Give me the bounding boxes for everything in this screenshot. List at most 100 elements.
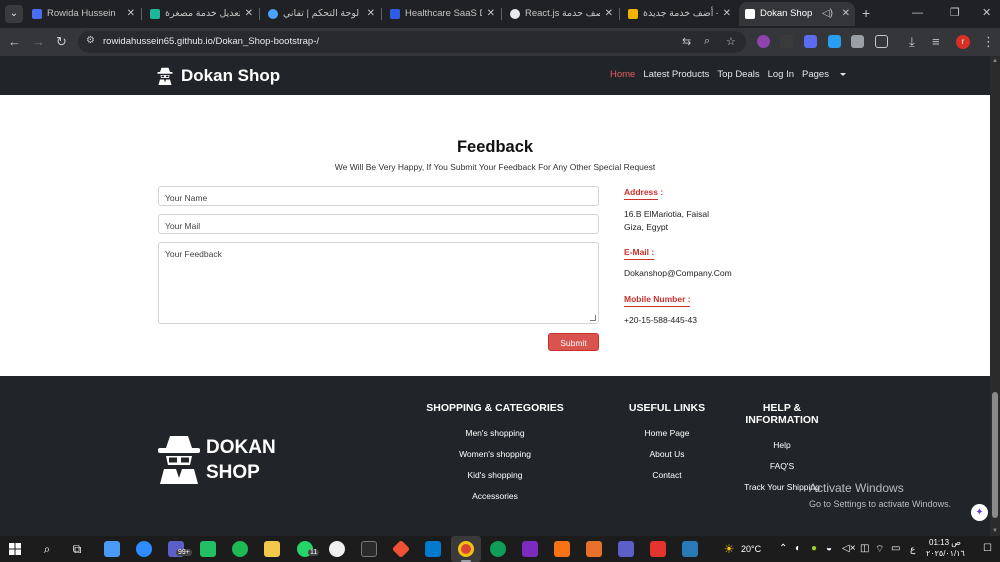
- file-explorer-icon[interactable]: [264, 541, 280, 557]
- network-icon[interactable]: ◫: [860, 543, 869, 554]
- bookmark-star-icon[interactable]: ☆: [726, 35, 736, 48]
- dev-tool-icon[interactable]: [522, 541, 538, 557]
- terminal-icon[interactable]: [361, 541, 377, 557]
- brand-name: Dokan Shop: [181, 66, 281, 85]
- volume-icon[interactable]: ◁×: [842, 543, 856, 554]
- footer-link-womens[interactable]: Women's shopping: [420, 449, 570, 459]
- nav-home[interactable]: Home: [610, 69, 635, 80]
- chrome-icon[interactable]: [458, 541, 474, 557]
- close-icon[interactable]: ✕: [487, 2, 495, 26]
- battery-icon[interactable]: ▭: [891, 543, 900, 554]
- tab-title: أضف خدمة جديدة -: [643, 8, 718, 19]
- footer-link-help[interactable]: Help: [732, 440, 832, 450]
- tab-react-service[interactable]: React.js وصف حدمة ✕: [504, 2, 618, 26]
- xampp-icon[interactable]: [554, 541, 570, 557]
- translate-icon[interactable]: ⇆: [682, 35, 691, 48]
- tab-dokan-shop[interactable]: Dokan Shop ◁) ✕: [739, 2, 855, 26]
- sublime-icon[interactable]: [586, 541, 602, 557]
- download-icon[interactable]: ⤓: [909, 34, 915, 50]
- zoom-icon[interactable]: [136, 541, 152, 557]
- new-tab-icon[interactable]: +: [862, 6, 870, 20]
- back-icon[interactable]: ←: [8, 34, 21, 50]
- github-icon[interactable]: [329, 541, 345, 557]
- teams-icon[interactable]: [618, 541, 634, 557]
- footer-link-accessories[interactable]: Accessories: [420, 491, 570, 501]
- assistant-badge-icon[interactable]: ✦: [971, 504, 988, 521]
- restore-icon[interactable]: ❐: [950, 6, 960, 20]
- address-bar[interactable]: ⚙ rowidahussein65.github.io/Dokan_Shop-b…: [78, 31, 746, 53]
- submit-button[interactable]: Submit: [548, 333, 599, 351]
- window-close-icon[interactable]: ✕: [982, 6, 991, 20]
- tab-groups-icon[interactable]: ≡: [932, 34, 940, 50]
- footer-link-kids[interactable]: Kid's shopping: [420, 470, 570, 480]
- tray-app-icon[interactable]: ◒: [826, 543, 832, 554]
- name-input[interactable]: Your Name: [158, 186, 599, 206]
- close-icon[interactable]: ✕: [842, 2, 850, 26]
- forward-icon[interactable]: →: [32, 34, 45, 50]
- site-info-icon[interactable]: ⚙: [86, 35, 95, 46]
- close-icon[interactable]: ✕: [367, 2, 375, 26]
- eyedropper-icon[interactable]: [804, 35, 817, 48]
- tab-rowida[interactable]: Rowida Hussein ✕: [26, 2, 140, 26]
- clock-time[interactable]: 01:13 ص: [929, 538, 961, 547]
- tab-search-icon[interactable]: ⌄: [5, 5, 23, 23]
- scroll-down-icon[interactable]: ▼: [992, 528, 998, 534]
- edge-icon[interactable]: [490, 541, 506, 557]
- photos-icon[interactable]: [682, 541, 698, 557]
- windows-start-icon[interactable]: [9, 543, 21, 555]
- footer-link-faq[interactable]: FAQ'S: [732, 461, 832, 471]
- notifications-icon[interactable]: ☐: [983, 543, 992, 554]
- brand-logo[interactable]: Dokan Shop: [157, 65, 280, 87]
- task-view-icon[interactable]: ⧉: [69, 541, 85, 557]
- store-icon[interactable]: [104, 541, 120, 557]
- footer-link-home[interactable]: Home Page: [617, 428, 717, 438]
- mail-input[interactable]: Your Mail: [158, 214, 599, 234]
- tab-healthcare[interactable]: Healthcare SaaS Dash ✕: [384, 2, 500, 26]
- extensions-puzzle-icon[interactable]: [875, 35, 888, 48]
- nav-latest-products[interactable]: Latest Products: [643, 69, 709, 80]
- extension-icon[interactable]: [780, 35, 793, 48]
- footer-link-about[interactable]: About Us: [617, 449, 717, 459]
- extension-icon[interactable]: [757, 35, 770, 48]
- tab-add-service[interactable]: أضف خدمة جديدة - ✕: [622, 2, 736, 26]
- extension-icon[interactable]: [828, 35, 841, 48]
- spy-logo-icon: [158, 436, 200, 484]
- clock-date[interactable]: ٢٠٢٥/٠١/١٦: [926, 549, 965, 558]
- search-icon[interactable]: ⌕: [39, 541, 55, 557]
- nav-top-deals[interactable]: Top Deals: [717, 69, 759, 80]
- feedback-textarea[interactable]: Your Feedback: [158, 242, 599, 324]
- language-indicator[interactable]: ع: [910, 544, 915, 555]
- scroll-up-icon[interactable]: ▲: [992, 58, 998, 64]
- page-scrollbar[interactable]: ▲ ▼: [990, 56, 1000, 536]
- extension-icon[interactable]: [851, 35, 864, 48]
- reload-icon[interactable]: ↻: [56, 34, 67, 50]
- scrollbar-thumb[interactable]: [992, 392, 998, 518]
- close-icon[interactable]: ✕: [245, 2, 253, 26]
- media-app-icon[interactable]: [200, 541, 216, 557]
- tab-edit-service[interactable]: تعديل خدمة مصغرة ✕: [144, 2, 258, 26]
- tab-favicon-icon: [745, 9, 755, 19]
- tab-dashboard[interactable]: لوحة التحكم | تفاني ✕: [262, 2, 380, 26]
- wps-icon[interactable]: [650, 541, 666, 557]
- nav-log-in[interactable]: Log In: [768, 69, 794, 80]
- speaker-icon[interactable]: ◁): [822, 2, 833, 26]
- tray-expand-icon[interactable]: ⌃: [779, 543, 787, 554]
- footer-link-contact[interactable]: Contact: [617, 470, 717, 480]
- nav-pages-dropdown[interactable]: Pages: [802, 69, 846, 80]
- close-icon[interactable]: ✕: [605, 2, 613, 26]
- footer-link-mens[interactable]: Men's shopping: [420, 428, 570, 438]
- spotify-icon[interactable]: [232, 541, 248, 557]
- close-icon[interactable]: ✕: [723, 2, 731, 26]
- vscode-icon[interactable]: [425, 541, 441, 557]
- profile-avatar[interactable]: r: [956, 35, 970, 49]
- wifi-icon[interactable]: ⌔: [875, 543, 884, 556]
- tray-app-icon[interactable]: ●: [811, 543, 817, 554]
- tray-app-icon[interactable]: ◐: [795, 543, 801, 554]
- weather-icon[interactable]: ☀: [721, 541, 737, 557]
- minimize-icon[interactable]: —: [912, 6, 923, 20]
- close-icon[interactable]: ✕: [127, 2, 135, 26]
- menu-icon[interactable]: ⋮: [982, 34, 995, 50]
- resize-handle-icon[interactable]: [590, 315, 596, 321]
- zoom-icon[interactable]: ⌕: [704, 35, 710, 48]
- git-icon[interactable]: [391, 539, 411, 559]
